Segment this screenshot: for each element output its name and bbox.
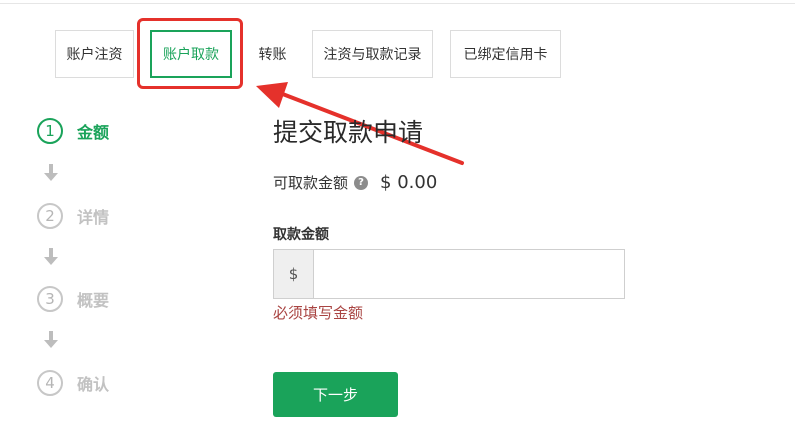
top-divider [0, 3, 795, 4]
step-label: 概要 [77, 291, 110, 310]
arrow-down-icon [44, 164, 58, 181]
tab-transfer[interactable]: 转账 [249, 30, 296, 78]
amount-input-group: $ [273, 249, 625, 299]
step-number: 4 [37, 370, 63, 396]
step-label: 详情 [77, 208, 110, 227]
available-amount-row: 可取款金额 ? $ 0.00 [273, 172, 437, 193]
step-confirm: 4 确认 [37, 370, 109, 396]
step-label: 确认 [77, 375, 110, 394]
currency-addon: $ [273, 249, 313, 299]
available-amount-value: $ 0.00 [380, 172, 438, 193]
available-amount-label: 可取款金额 [273, 174, 349, 192]
next-step-button[interactable]: 下一步 [273, 372, 398, 417]
step-number: 2 [37, 203, 63, 229]
arrow-down-icon [44, 331, 58, 348]
step-details: 2 详情 [37, 203, 109, 229]
step-amount: 1 金额 [37, 118, 109, 144]
tab-deposit[interactable]: 账户注资 [55, 30, 134, 78]
tab-history[interactable]: 注资与取款记录 [312, 30, 433, 78]
step-summary: 3 概要 [37, 286, 109, 312]
annotation-highlight-box [137, 18, 243, 89]
step-label: 金额 [77, 123, 110, 142]
step-number: 1 [37, 118, 63, 144]
amount-field-label: 取款金额 [273, 227, 329, 243]
help-icon[interactable]: ? [354, 175, 369, 190]
tab-bound-cards[interactable]: 已绑定信用卡 [450, 30, 561, 78]
amount-input[interactable] [313, 249, 625, 299]
step-number: 3 [37, 286, 63, 312]
arrow-down-icon [44, 248, 58, 265]
amount-error-message: 必须填写金额 [273, 304, 364, 322]
page-title: 提交取款申请 [273, 118, 424, 147]
